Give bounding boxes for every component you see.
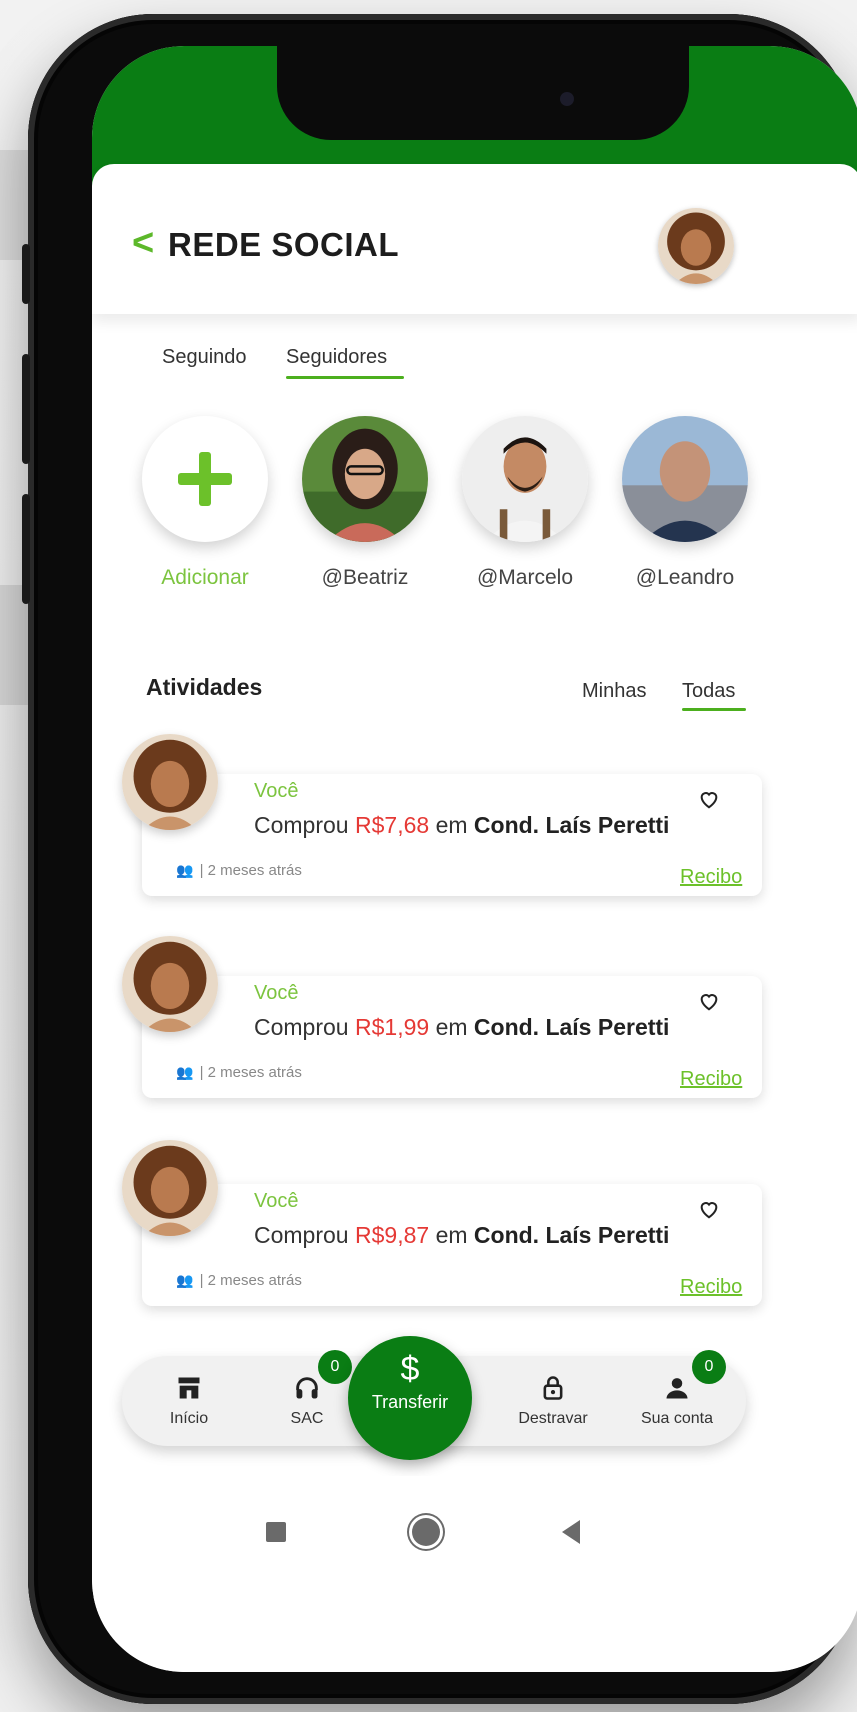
activity-text: Comprou R$9,87 em Cond. Laís Peretti [254,1222,670,1248]
phone-screen: < REDE SOCIAL Seguindo Seguidores Adicio… [92,46,857,1672]
heart-icon[interactable] [698,990,720,1012]
activity-place: Cond. Laís Peretti [473,1222,670,1248]
activity-amount: R$9,87 [355,1222,430,1248]
activity-meta: 👥 | 2 meses atrás [176,862,302,879]
heart-icon[interactable] [698,1198,720,1220]
nav-home[interactable]: Início [134,1370,244,1428]
activities-title: Atividades [146,674,263,700]
plus-icon[interactable] [142,416,268,542]
story-label: @Beatriz [321,566,409,589]
activity-text: Comprou R$1,99 em Cond. Laís Peretti [254,1014,670,1040]
people-icon: 👥 [176,1064,194,1080]
back-icon[interactable] [562,1520,580,1544]
nav-label: Sua conta [640,1410,714,1427]
activity-card[interactable]: Você Comprou R$7,68 em Cond. Laís Perett… [142,774,762,896]
activity-actor: Você [254,1190,299,1212]
filter-mine[interactable]: Minhas [582,680,646,703]
story-label: @Leandro [635,566,735,589]
story-beatriz[interactable]: @Beatriz [302,416,428,589]
activity-meta: 👥 | 2 meses atrás [176,1272,302,1289]
activity-card[interactable]: Você Comprou R$9,87 em Cond. Laís Perett… [142,1184,762,1306]
user-avatar[interactable] [658,208,734,284]
side-button [22,244,30,304]
nav-label: Destravar [518,1410,588,1427]
activity-amount: R$1,99 [355,1014,430,1040]
system-navigation-bar [92,1476,857,1672]
heart-icon[interactable] [698,788,720,810]
avatar[interactable] [462,416,588,542]
dollar-icon: $ [400,1350,420,1388]
receipt-link[interactable]: Recibo [680,866,742,889]
avatar [122,734,218,830]
avatar [122,936,218,1032]
activity-amount: R$7,68 [355,812,430,838]
phone-frame: < REDE SOCIAL Seguindo Seguidores Adicio… [22,14,857,1704]
activity-actor: Você [254,982,299,1004]
transfer-label: Transferir [371,1392,449,1412]
filter-active-indicator [682,708,746,711]
receipt-link[interactable]: Recibo [680,1276,742,1299]
people-icon: 👥 [176,1272,194,1288]
support-badge: 0 [318,1350,352,1384]
receipt-link[interactable]: Recibo [680,1068,742,1091]
activity-place: Cond. Laís Peretti [473,812,670,838]
store-icon [134,1370,244,1406]
nav-label: Início [169,1410,209,1427]
side-button [22,494,30,604]
activity-actor: Você [254,780,299,802]
activity-time: | 2 meses atrás [199,1272,302,1289]
activity-card[interactable]: Você Comprou R$1,99 em Cond. Laís Perett… [142,976,762,1098]
filter-all[interactable]: Todas [682,680,735,703]
nav-label: SAC [290,1410,324,1427]
activity-meta: 👥 | 2 meses atrás [176,1064,302,1081]
avatar [122,1140,218,1236]
transfer-button[interactable]: $ Transferir [348,1336,472,1460]
nav-unlock[interactable]: Destravar [498,1370,608,1428]
tab-following[interactable]: Seguindo [162,346,247,369]
unlock-icon [498,1370,608,1406]
story-label: @Marcelo [476,566,573,589]
avatar[interactable] [302,416,428,542]
story-leandro[interactable]: @Leandro [622,416,748,589]
avatar[interactable] [622,416,748,542]
people-icon: 👥 [176,862,194,878]
camera-icon [560,92,574,106]
chevron-left-icon[interactable]: < [132,224,154,262]
tab-followers[interactable]: Seguidores [286,346,387,369]
page-title: REDE SOCIAL [168,226,400,263]
story-label: Adicionar [161,566,249,589]
activity-place: Cond. Laís Peretti [473,1014,670,1040]
notch [277,46,689,140]
recents-icon[interactable] [266,1522,286,1542]
story-add[interactable]: Adicionar [142,416,268,589]
side-button [22,354,30,464]
activity-text: Comprou R$7,68 em Cond. Laís Peretti [254,812,670,838]
activity-time: | 2 meses atrás [199,862,302,879]
tab-active-indicator [286,376,404,379]
story-marcelo[interactable]: @Marcelo [462,416,588,589]
activity-time: | 2 meses atrás [199,1064,302,1081]
account-badge: 0 [692,1350,726,1384]
home-icon[interactable] [412,1518,440,1546]
app-header: < REDE SOCIAL [92,164,857,314]
